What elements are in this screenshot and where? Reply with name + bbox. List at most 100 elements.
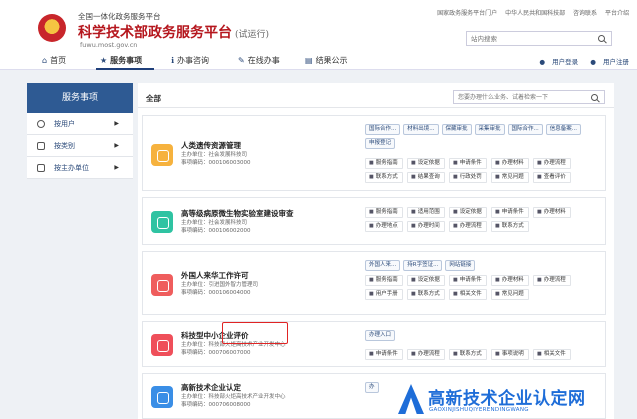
info-icon: ℹ <box>171 56 175 65</box>
nav-online[interactable]: ✎ 在线办事 <box>238 55 280 66</box>
service-link[interactable]: 服务指南 <box>365 158 403 169</box>
watermark-cn: 高新技术企业认定网 <box>428 389 586 409</box>
service-link[interactable]: 服务指南 <box>365 275 403 286</box>
service-link[interactable]: 设定依据 <box>407 275 445 286</box>
service-link[interactable]: 办理材料 <box>533 207 571 218</box>
sidebar-item-by-category[interactable]: 按类别 ▶ <box>27 135 133 157</box>
service-link[interactable]: 事项说明 <box>491 349 529 360</box>
service-host: 主办单位：科技部火炬高技术产业开发中心 <box>181 394 286 400</box>
nav-active-underline <box>96 68 154 70</box>
nav-home-label: 首页 <box>50 56 67 65</box>
service-code: 事项编码：000106003000 <box>181 160 251 166</box>
sidebar: 服务事项 按用户 ▶ 按类别 ▶ 按主办单位 ▶ <box>27 83 133 179</box>
service-pill[interactable]: 网站链接 <box>445 260 476 271</box>
site-title-note: (试运行) <box>235 30 270 40</box>
service-link[interactable]: 联系方式 <box>407 289 445 300</box>
service-pills: 国际合作... 材料出境... 保藏审批 采集审批 国际合作... 信息备案..… <box>365 124 597 149</box>
service-pill[interactable]: 材料出境... <box>403 124 439 135</box>
top-link-contact[interactable]: 咨询联系 <box>573 10 597 17</box>
login-label: 用户登录 <box>552 58 579 66</box>
service-code: 事项编码：000106004000 <box>181 290 251 296</box>
apply-entry-button[interactable]: 办理入口 <box>365 330 396 341</box>
service-pill[interactable]: 国际合作... <box>507 124 543 135</box>
service-link[interactable]: 申请条件 <box>449 158 487 169</box>
site-search-box <box>466 31 612 46</box>
site-search-input[interactable] <box>467 32 587 45</box>
nav-services[interactable]: ★ 服务事项 <box>100 55 142 66</box>
service-icon <box>151 274 173 296</box>
service-link[interactable]: 申请条件 <box>365 349 403 360</box>
service-pill[interactable]: 国际合作... <box>365 124 401 135</box>
top-link-gov-portal[interactable]: 国家政务服务平台门户 <box>437 10 497 17</box>
service-pill[interactable]: 持R字签证... <box>403 260 443 271</box>
service-links: 服务指南 设定依据 申请条件 办理材料 办理流程 联系方式 结果查询 行政处罚 … <box>365 158 597 183</box>
service-link[interactable]: 申请条件 <box>491 207 529 218</box>
service-icon <box>151 144 173 166</box>
service-link[interactable]: 申请条件 <box>449 275 487 286</box>
chevron-right-icon: ▶ <box>114 164 119 171</box>
sidebar-item-label: 按主办单位 <box>54 164 89 172</box>
site-title-text: 科学技术部政务服务平台 <box>78 25 232 41</box>
service-title[interactable]: 高等级病原微生物实验室建设审查 <box>181 208 294 219</box>
register-link[interactable]: ● 用户注册 <box>585 58 629 66</box>
sidebar-item-by-host[interactable]: 按主办单位 ▶ <box>27 157 133 179</box>
nav-consult-label: 办事咨询 <box>177 56 210 65</box>
service-link[interactable]: 用户手册 <box>365 289 403 300</box>
service-title[interactable]: 人类遗传资源管理 <box>181 140 241 151</box>
service-link[interactable]: 办理流程 <box>533 275 571 286</box>
service-title[interactable]: 高新技术企业认定 <box>181 382 241 393</box>
service-search-input[interactable] <box>454 91 582 103</box>
service-link[interactable]: 常见问题 <box>491 172 529 183</box>
service-pill[interactable]: 申报登记 <box>365 138 396 149</box>
login-link[interactable]: ● 用户登录 <box>534 58 578 66</box>
service-pill[interactable]: 信息备案... <box>545 124 582 135</box>
service-link[interactable]: 相关文件 <box>449 289 487 300</box>
nav-consult[interactable]: ℹ 办事咨询 <box>171 55 209 66</box>
sidebar-item-by-user[interactable]: 按用户 ▶ <box>27 113 133 135</box>
search-icon[interactable] <box>591 94 599 102</box>
site-header: 全国一体化政务服务平台 科学技术部政务服务平台 (试运行) fuwu.most.g… <box>0 0 637 52</box>
service-link[interactable]: 办理时间 <box>407 221 445 232</box>
top-link-most[interactable]: 中华人民共和国科技部 <box>505 10 565 17</box>
service-link[interactable]: 联系方式 <box>365 172 403 183</box>
highlight-box <box>222 322 288 344</box>
site-title[interactable]: 科学技术部政务服务平台 (试运行) <box>78 22 269 42</box>
service-link[interactable]: 设定依据 <box>449 207 487 218</box>
service-link[interactable]: 结果查询 <box>407 172 445 183</box>
nav-home[interactable]: ⌂ 首页 <box>42 55 66 66</box>
user-icon: ● <box>539 58 546 66</box>
service-link[interactable]: 办理材料 <box>491 275 529 286</box>
service-pills: 办理入口 <box>365 330 597 341</box>
service-link[interactable]: 办理地点 <box>365 221 403 232</box>
service-link[interactable]: 相关文件 <box>533 349 571 360</box>
service-link[interactable]: 行政处罚 <box>449 172 487 183</box>
service-link[interactable]: 联系方式 <box>449 349 487 360</box>
service-pill[interactable]: 办 <box>365 382 379 393</box>
service-links: 服务指南 适用范围 设定依据 申请条件 办理材料 办理地点 办理时间 办理流程 … <box>365 207 597 232</box>
service-title[interactable]: 外国人来华工作许可 <box>181 270 249 281</box>
service-link[interactable]: 办理流程 <box>449 221 487 232</box>
service-link[interactable]: 联系方式 <box>491 221 529 232</box>
service-pill[interactable]: 保藏审批 <box>441 124 472 135</box>
service-link[interactable]: 适用范围 <box>407 207 445 218</box>
service-code: 事项编码：000706008000 <box>181 402 251 408</box>
service-link[interactable]: 办理流程 <box>407 349 445 360</box>
service-link[interactable]: 常见问题 <box>491 289 529 300</box>
service-links: 服务指南 设定依据 申请条件 办理材料 办理流程 用户手册 联系方式 相关文件 … <box>365 275 597 300</box>
top-link-about[interactable]: 平台介绍 <box>605 10 629 17</box>
service-link[interactable]: 服务指南 <box>365 207 403 218</box>
service-code: 事项编码：000106002000 <box>181 228 251 234</box>
nav-services-label: 服务事项 <box>110 56 143 65</box>
service-link[interactable]: 查看评价 <box>533 172 571 183</box>
service-pill[interactable]: 采集审批 <box>474 124 505 135</box>
tab-all[interactable]: 全部 <box>146 93 161 104</box>
search-icon[interactable] <box>598 35 606 43</box>
service-link[interactable]: 设定依据 <box>407 158 445 169</box>
service-list-panel: 全部 人类遗传资源管理 主办单位：社会发展科技司 事项编码：0001060030… <box>138 83 614 419</box>
star-icon: ★ <box>100 56 108 65</box>
nav-results[interactable]: ▤ 结果公示 <box>305 55 348 66</box>
service-link[interactable]: 办理材料 <box>491 158 529 169</box>
service-host: 主办单位：社会发展科技司 <box>181 152 248 158</box>
service-link[interactable]: 办理流程 <box>533 158 571 169</box>
service-pill[interactable]: 外国人来... <box>365 260 401 271</box>
